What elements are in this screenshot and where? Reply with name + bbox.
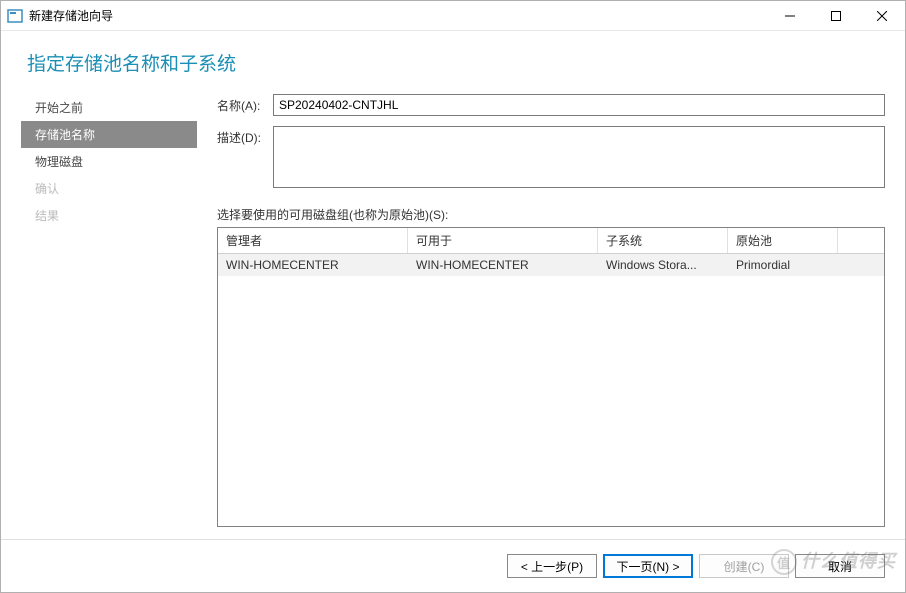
- footer-buttons: < 上一步(P) 下一页(N) > 创建(C) 取消: [1, 539, 905, 592]
- desc-textarea[interactable]: [273, 126, 885, 188]
- disk-group-label: 选择要使用的可用磁盘组(也称为原始池)(S):: [217, 206, 885, 223]
- cancel-button[interactable]: 取消: [795, 554, 885, 578]
- col-extra[interactable]: [838, 228, 884, 253]
- create-button: 创建(C): [699, 554, 789, 578]
- step-confirm: 确认: [21, 175, 197, 202]
- desc-row: 描述(D):: [217, 126, 885, 188]
- grid-body: WIN-HOMECENTER WIN-HOMECENTER Windows St…: [218, 254, 884, 526]
- col-managed-by[interactable]: 管理者: [218, 228, 408, 253]
- step-result: 结果: [21, 202, 197, 229]
- col-primordial-pool[interactable]: 原始池: [728, 228, 838, 253]
- titlebar: 新建存储池向导: [1, 1, 905, 31]
- window-controls: [767, 1, 905, 30]
- app-icon: [7, 8, 23, 24]
- col-subsystem[interactable]: 子系统: [598, 228, 728, 253]
- name-label: 名称(A):: [217, 94, 273, 114]
- window-title: 新建存储池向导: [29, 7, 767, 24]
- cell-extra: [838, 254, 884, 276]
- next-button[interactable]: 下一页(N) >: [603, 554, 693, 578]
- close-button[interactable]: [859, 1, 905, 30]
- main-panel: 名称(A): 描述(D): 选择要使用的可用磁盘组(也称为原始池)(S): 管理…: [197, 94, 885, 527]
- step-physical-disks[interactable]: 物理磁盘: [21, 148, 197, 175]
- cell-managed-by: WIN-HOMECENTER: [218, 254, 408, 276]
- previous-button[interactable]: < 上一步(P): [507, 554, 597, 578]
- name-row: 名称(A):: [217, 94, 885, 116]
- body: 开始之前 存储池名称 物理磁盘 确认 结果 名称(A): 描述(D): 选择要使…: [21, 94, 885, 527]
- disk-group-grid[interactable]: 管理者 可用于 子系统 原始池 WIN-HOMECENTER WIN-HOMEC…: [217, 227, 885, 527]
- cell-subsystem: Windows Stora...: [598, 254, 728, 276]
- page-heading: 指定存储池名称和子系统: [21, 49, 885, 76]
- step-pool-name[interactable]: 存储池名称: [21, 121, 197, 148]
- step-before-begin[interactable]: 开始之前: [21, 94, 197, 121]
- table-row[interactable]: WIN-HOMECENTER WIN-HOMECENTER Windows St…: [218, 254, 884, 276]
- minimize-button[interactable]: [767, 1, 813, 30]
- maximize-button[interactable]: [813, 1, 859, 30]
- cell-primordial: Primordial: [728, 254, 838, 276]
- desc-label: 描述(D):: [217, 126, 273, 146]
- grid-header: 管理者 可用于 子系统 原始池: [218, 228, 884, 254]
- col-available-to[interactable]: 可用于: [408, 228, 598, 253]
- cell-available-to: WIN-HOMECENTER: [408, 254, 598, 276]
- content-area: 指定存储池名称和子系统 开始之前 存储池名称 物理磁盘 确认 结果 名称(A):…: [1, 31, 905, 539]
- wizard-steps-sidebar: 开始之前 存储池名称 物理磁盘 确认 结果: [21, 94, 197, 527]
- wizard-window: 新建存储池向导 指定存储池名称和子系统 开始之前 存储池名称 物理磁盘 确认 结…: [0, 0, 906, 593]
- name-input[interactable]: [273, 94, 885, 116]
